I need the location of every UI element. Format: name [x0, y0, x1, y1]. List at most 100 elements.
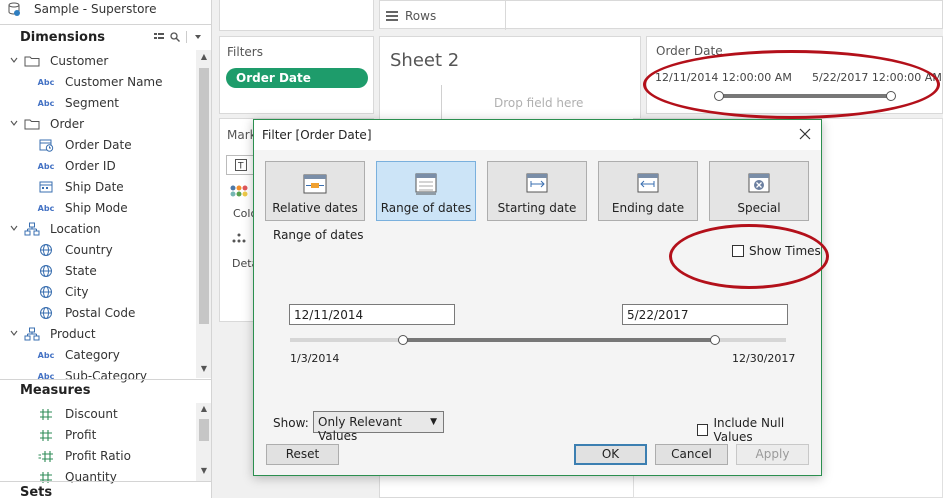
tab-starting-date[interactable]: Starting date	[487, 161, 587, 221]
expand-chevron-icon[interactable]	[10, 119, 18, 127]
expand-chevron-icon[interactable]	[10, 329, 18, 337]
tab-relative-dates[interactable]: Relative dates	[265, 161, 365, 221]
folder-row[interactable]: Location	[0, 218, 196, 239]
detail-button[interactable]: Deta	[226, 231, 258, 273]
tab-range-of-dates[interactable]: Range of dates	[376, 161, 476, 221]
abc-icon: Abc	[37, 161, 55, 171]
view-toggle-icon[interactable]	[154, 32, 164, 42]
field-row[interactable]: Abc Order ID	[0, 155, 196, 176]
ending-date-icon	[637, 173, 659, 193]
globe-icon-glyph	[40, 286, 52, 298]
drop-field-hint: Drop field here	[494, 96, 584, 110]
field-row[interactable]: Profit	[0, 424, 196, 445]
folder-row[interactable]: Order	[0, 113, 196, 134]
quick-filter-slider-track[interactable]	[718, 94, 893, 98]
field-row[interactable]: Abc Ship Mode	[0, 197, 196, 218]
rows-label: Rows	[405, 9, 437, 23]
field-row[interactable]: Order Date	[0, 134, 196, 155]
field-row[interactable]: Ship Date	[0, 176, 196, 197]
filter-dialog: Filter [Order Date] Relative dates Range …	[253, 119, 822, 476]
folder-icon	[24, 117, 40, 131]
reset-button[interactable]: Reset	[266, 444, 339, 465]
dimensions-scrollbar[interactable]: ▲ ▼	[196, 50, 211, 378]
show-values-dropdown[interactable]: Only Relevant Values ▼	[313, 411, 444, 443]
folder-icon	[24, 54, 40, 68]
mark-type-dropdown[interactable]: T	[226, 155, 256, 175]
tab-ending-date[interactable]: Ending date	[598, 161, 698, 221]
order-date-filter-pill[interactable]: Order Date	[226, 68, 368, 88]
measure-hash-icon	[38, 407, 54, 421]
field-label: Category	[65, 347, 120, 362]
field-label: Customer	[50, 53, 109, 68]
tab-label: Relative dates	[272, 201, 358, 215]
dimensions-scroll-thumb[interactable]	[199, 68, 209, 324]
datetime-icon	[38, 138, 54, 152]
measures-heading: Measures	[20, 382, 91, 398]
field-row[interactable]: Postal Code	[0, 302, 196, 323]
range-min-date: 1/3/2014	[290, 352, 340, 365]
field-row[interactable]: State	[0, 260, 196, 281]
tab-special[interactable]: Special	[709, 161, 809, 221]
abc-icon: Abc	[37, 203, 55, 213]
close-icon[interactable]	[797, 126, 813, 142]
quick-filter-start-handle[interactable]	[714, 91, 724, 101]
datasource-row[interactable]: Sample - Superstore	[0, 0, 211, 21]
search-icon[interactable]	[170, 32, 180, 42]
ok-button[interactable]: OK	[574, 444, 647, 465]
folder-row[interactable]: Customer	[0, 50, 196, 71]
globe-icon	[38, 306, 54, 320]
field-row[interactable]: Profit Ratio	[0, 445, 196, 466]
scroll-down-icon[interactable]: ▼	[199, 466, 209, 476]
cancel-button[interactable]: Cancel	[655, 444, 728, 465]
range-start-handle[interactable]	[398, 335, 408, 345]
color-button[interactable]: Colo	[226, 181, 257, 223]
scroll-up-icon[interactable]: ▲	[199, 52, 209, 62]
abc-icon: Abc	[37, 98, 55, 108]
end-date-input[interactable]	[622, 304, 788, 325]
sheet-title[interactable]: Sheet 2	[390, 50, 459, 71]
range-slider-selection[interactable]	[403, 338, 715, 342]
field-row[interactable]: Discount	[0, 403, 196, 424]
show-times-checkbox[interactable]	[732, 245, 744, 257]
include-null-checkbox[interactable]	[697, 424, 709, 436]
include-null-option[interactable]: Include Null Values	[697, 416, 821, 444]
range-end-handle[interactable]	[710, 335, 720, 345]
filters-label: Filters	[227, 45, 263, 59]
show-label: Show:	[273, 416, 309, 430]
field-label: Country	[65, 242, 113, 257]
range-of-dates-icon	[415, 173, 437, 195]
field-label: Profit	[65, 427, 97, 442]
range-heading: Range of dates	[273, 228, 364, 242]
expand-chevron-icon[interactable]	[10, 224, 18, 232]
chevron-down-icon[interactable]	[193, 32, 203, 42]
field-row[interactable]: Abc Segment	[0, 92, 196, 113]
quick-filter-title: Order Date	[656, 44, 723, 58]
quick-filter-end-handle[interactable]	[886, 91, 896, 101]
start-date-input[interactable]	[289, 304, 455, 325]
datasource-name: Sample - Superstore	[34, 2, 157, 16]
scroll-down-icon[interactable]: ▼	[199, 364, 209, 374]
field-row[interactable]: Country	[0, 239, 196, 260]
rows-shelf[interactable]: Rows	[379, 0, 943, 30]
datetime-icon-glyph	[39, 139, 54, 152]
quick-filter-end-value[interactable]: 5/22/2017 12:00:00 AM	[812, 71, 942, 84]
field-row[interactable]: Abc Category	[0, 344, 196, 365]
show-times-option[interactable]: Show Times	[732, 244, 821, 258]
dimensions-tools	[154, 31, 203, 43]
field-label: State	[65, 263, 97, 278]
expand-chevron-icon[interactable]	[10, 56, 18, 64]
folder-icon-glyph	[24, 56, 40, 67]
globe-icon-glyph	[40, 307, 52, 319]
svg-text:T: T	[237, 162, 244, 172]
scroll-up-icon[interactable]: ▲	[199, 404, 209, 414]
measures-scroll-thumb[interactable]	[199, 419, 209, 441]
dialog-titlebar[interactable]: Filter [Order Date]	[254, 120, 821, 150]
apply-button[interactable]: Apply	[736, 444, 809, 465]
folder-row[interactable]: Product	[0, 323, 196, 344]
measures-scrollbar[interactable]: ▲ ▼	[196, 403, 211, 481]
field-row[interactable]: Abc Customer Name	[0, 71, 196, 92]
tab-label: Starting date	[497, 201, 577, 215]
quick-filter-start-value[interactable]: 12/11/2014 12:00:00 AM	[655, 71, 792, 84]
field-row[interactable]: City	[0, 281, 196, 302]
field-label: Order ID	[65, 158, 116, 173]
